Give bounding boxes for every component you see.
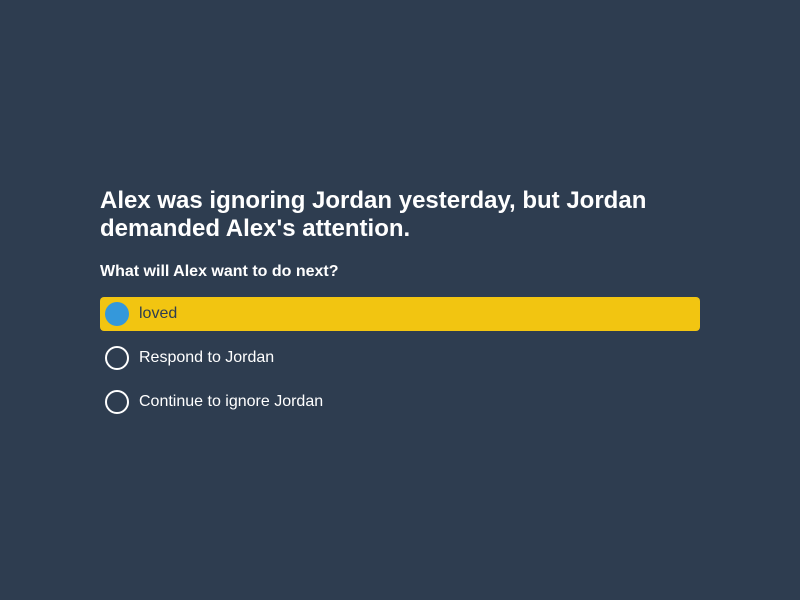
answer-options: loved Respond to Jordan Continue to igno… — [100, 297, 700, 419]
radio-selected-icon[interactable] — [105, 302, 129, 326]
quiz-container: Alex was ignoring Jordan yesterday, but … — [100, 187, 700, 429]
answer-option-label: Continue to ignore Jordan — [139, 393, 324, 410]
answer-option-continue-to-ignore-jordan[interactable]: Continue to ignore Jordan — [100, 385, 700, 419]
answer-option-respond-to-jordan[interactable]: Respond to Jordan — [100, 341, 700, 375]
question-text: Alex was ignoring Jordan yesterday, but … — [100, 187, 647, 242]
radio-unselected-icon[interactable] — [105, 346, 129, 370]
answer-option-loved[interactable]: loved — [100, 297, 700, 331]
prompt-text: What will Alex want to do next? — [100, 263, 339, 280]
answer-option-label: loved — [139, 305, 178, 322]
radio-unselected-icon[interactable] — [105, 390, 129, 414]
answer-option-label: Respond to Jordan — [139, 349, 275, 366]
